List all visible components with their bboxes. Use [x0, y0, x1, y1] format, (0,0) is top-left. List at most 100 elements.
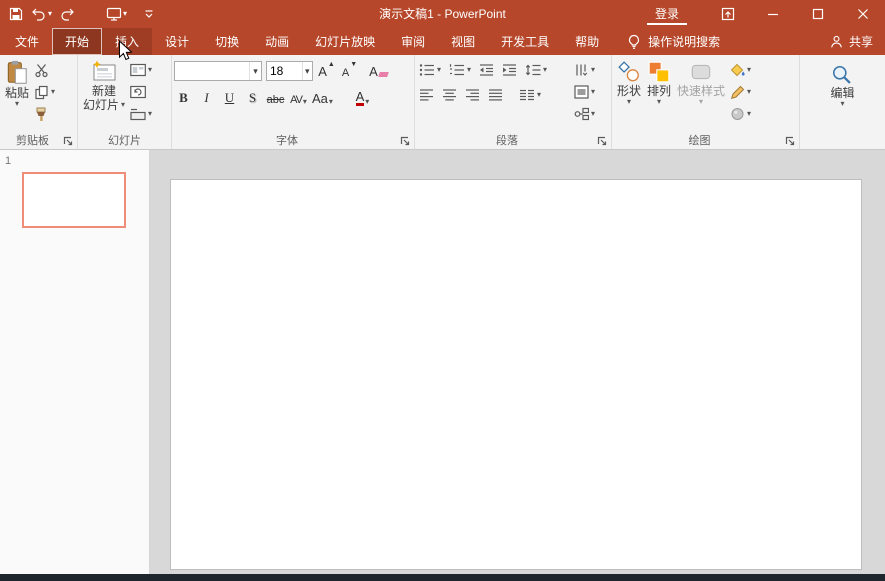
up-arrow-icon: ▲ — [327, 61, 335, 68]
redo-button[interactable] — [59, 2, 75, 26]
drawing-group: 形状 ▾ 排列 ▾ 快速样式 ▾ ▾ ▾ ▾ 绘图 — [612, 55, 800, 149]
shape-effects-button[interactable]: ▾ — [728, 105, 753, 123]
increase-font-size-button[interactable]: A ▲ — [317, 61, 336, 81]
bold-button[interactable]: B — [174, 88, 193, 108]
shape-outline-button[interactable]: ▾ — [728, 83, 753, 101]
font-dialog-launcher[interactable] — [399, 135, 411, 147]
font-color-button[interactable]: A ▾ — [353, 88, 372, 108]
shapes-label: 形状 — [617, 84, 642, 98]
chevron-down-icon[interactable]: ▾ — [248, 62, 261, 80]
decrease-font-size-button[interactable]: A ▼ — [340, 61, 359, 81]
tab-view[interactable]: 视图 — [438, 28, 488, 55]
maximize-button[interactable] — [795, 0, 840, 28]
ribbon-display-options-button[interactable] — [705, 0, 750, 28]
strikethrough-button[interactable]: abc — [266, 88, 285, 108]
character-spacing-button[interactable]: AV ▾ — [289, 88, 308, 108]
start-slideshow-button[interactable]: ▾ — [106, 2, 127, 26]
underline-button[interactable]: U — [220, 88, 239, 108]
tab-animations[interactable]: 动画 — [252, 28, 302, 55]
font-size-combobox[interactable]: ▾ — [266, 61, 313, 81]
align-right-icon — [466, 89, 479, 101]
tab-help[interactable]: 帮助 — [562, 28, 612, 55]
italic-button[interactable]: I — [197, 88, 216, 108]
clipboard-dialog-launcher[interactable] — [62, 135, 74, 147]
minimize-icon — [767, 13, 778, 16]
undo-button[interactable]: ▾ — [31, 2, 52, 26]
decrease-indent-button[interactable] — [477, 61, 496, 79]
copy-button[interactable]: ▾ — [32, 83, 57, 101]
cut-button[interactable] — [32, 61, 57, 79]
paragraph-dialog-launcher[interactable] — [596, 135, 608, 147]
line-spacing-button[interactable]: ▾ — [523, 61, 549, 79]
sign-in-button[interactable]: 登录 — [646, 3, 687, 25]
redo-icon — [61, 8, 74, 21]
minimize-button[interactable] — [750, 0, 795, 28]
align-text-icon — [574, 85, 589, 99]
change-case-button[interactable]: Aa ▾ — [312, 88, 333, 108]
tell-me-search[interactable]: 操作说明搜索 — [626, 28, 720, 55]
format-painter-button[interactable] — [32, 105, 57, 123]
close-button[interactable] — [840, 0, 885, 28]
chevron-down-icon: ▾ — [123, 9, 128, 18]
chevron-down-icon: ▾ — [840, 99, 845, 108]
customize-quick-access-button[interactable] — [142, 2, 156, 26]
shape-fill-button[interactable]: ▾ — [728, 61, 753, 79]
slides-group: 新建 幻灯片 ▾ ▾ ▾ 幻灯片 — [78, 55, 172, 149]
columns-button[interactable]: ▾ — [517, 86, 543, 104]
slide-canvas[interactable] — [170, 179, 862, 570]
font-name-combobox[interactable]: ▾ — [174, 61, 262, 81]
align-text-button[interactable]: ▾ — [572, 83, 597, 101]
share-label: 共享 — [848, 35, 873, 49]
find-magnifier-icon — [833, 65, 852, 84]
drawing-dialog-launcher[interactable] — [784, 135, 796, 147]
numbered-list-icon — [449, 64, 465, 76]
new-slide-button[interactable]: 新建 幻灯片 ▾ — [80, 58, 128, 114]
chevron-down-icon: ▾ — [148, 109, 153, 118]
convert-to-smartart-button[interactable]: ▾ — [572, 105, 597, 123]
section-button[interactable]: ▾ — [128, 105, 154, 123]
bullets-button[interactable]: ▾ — [417, 61, 443, 79]
justify-button[interactable] — [486, 86, 505, 104]
align-right-button[interactable] — [463, 86, 482, 104]
chevron-down-icon: ▾ — [15, 99, 20, 108]
increase-indent-button[interactable] — [500, 61, 519, 79]
numbering-button[interactable]: ▾ — [447, 61, 473, 79]
tab-slideshow[interactable]: 幻灯片放映 — [302, 28, 388, 55]
text-shadow-button[interactable]: S — [243, 88, 262, 108]
reset-slide-button[interactable] — [128, 83, 154, 101]
editing-button[interactable]: 编辑 ▾ — [827, 62, 857, 110]
quick-styles-button[interactable]: 快速样式 ▾ — [674, 58, 728, 108]
text-direction-button[interactable]: ▾ — [572, 61, 597, 79]
change-case-glyph: Aa — [312, 91, 328, 106]
dialog-launcher-icon — [400, 136, 410, 146]
tab-transitions[interactable]: 切换 — [202, 28, 252, 55]
close-icon — [857, 9, 868, 19]
slide-layout-button[interactable]: ▾ — [128, 61, 154, 79]
tab-design[interactable]: 设计 — [152, 28, 202, 55]
tab-insert[interactable]: 插入 — [102, 28, 153, 55]
align-center-button[interactable] — [440, 86, 459, 104]
tab-developer[interactable]: 开发工具 — [488, 28, 562, 55]
font-color-glyph: A — [355, 89, 365, 106]
shapes-button[interactable]: 形状 ▾ — [614, 58, 644, 108]
align-left-button[interactable] — [417, 86, 436, 104]
slide-number: 1 — [5, 155, 12, 167]
editing-group: 编辑 ▾ — [800, 55, 885, 149]
save-button[interactable] — [8, 2, 24, 26]
chevron-down-icon[interactable]: ▾ — [301, 62, 313, 80]
chevron-down-icon: ▾ — [48, 9, 53, 18]
clear-formatting-button[interactable]: A — [369, 61, 389, 81]
down-arrow-icon: ▼ — [350, 61, 358, 68]
paste-button[interactable]: 粘贴 ▾ — [2, 58, 32, 110]
arrange-button[interactable]: 排列 ▾ — [644, 58, 674, 108]
new-slide-label-line1: 新建 — [92, 84, 117, 98]
shapes-icon — [618, 61, 639, 82]
font-name-input[interactable] — [175, 64, 249, 78]
tab-file[interactable]: 文件 — [2, 28, 52, 55]
font-size-input[interactable] — [267, 64, 302, 78]
share-button[interactable]: 共享 — [829, 28, 873, 55]
chevron-down-icon: ▾ — [627, 97, 632, 106]
tab-home[interactable]: 开始 — [52, 28, 103, 55]
tab-review[interactable]: 审阅 — [388, 28, 438, 55]
slide-thumbnail-selected[interactable] — [22, 172, 126, 228]
